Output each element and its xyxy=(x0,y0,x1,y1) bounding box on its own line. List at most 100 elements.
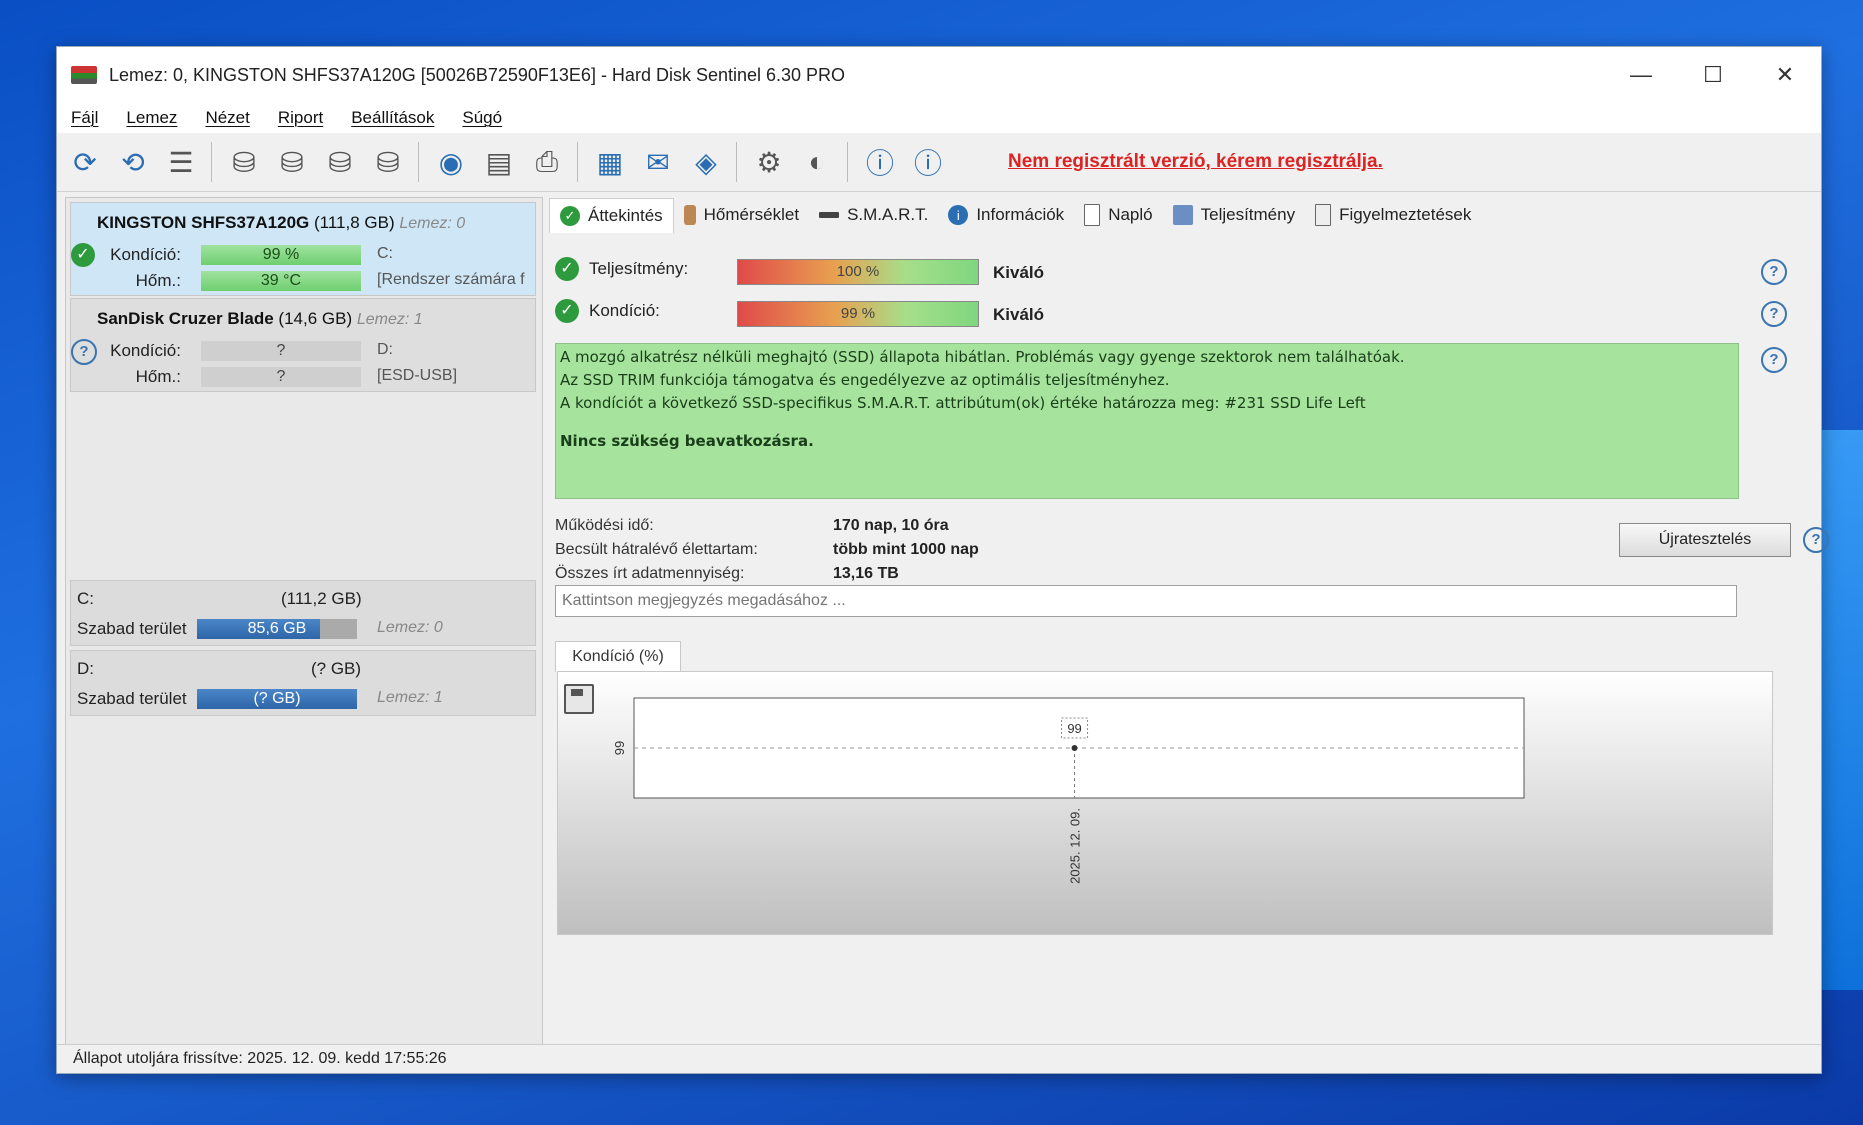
info-icon: i xyxy=(948,205,969,225)
free-space-value: 85,6 GB xyxy=(247,620,307,637)
tab-label: Hőmérséklet xyxy=(703,205,800,224)
menu-view[interactable]: Nézet xyxy=(205,108,249,128)
volume-size: (111,2 GB) xyxy=(281,589,362,608)
help-icon[interactable]: ⓘ xyxy=(860,142,900,182)
lifetime-row: Becsült hátralévő élettartam: több mint … xyxy=(555,541,1155,559)
condition-label: Kondíció: xyxy=(110,341,181,360)
disk-name: SanDisk Cruzer Blade xyxy=(97,309,274,328)
menu-help[interactable]: Súgó xyxy=(462,108,502,128)
performance-rating: Kiváló xyxy=(993,263,1045,282)
title-bar[interactable]: Lemez: 0, KINGSTON SHFS37A120G [50026B72… xyxy=(57,47,1821,103)
toolbar-separator xyxy=(577,142,578,182)
condition-chart: 99 99 2025. 12. 09. xyxy=(557,671,1773,935)
toolbar-separator xyxy=(847,142,848,182)
email-icon[interactable]: ✉ xyxy=(638,142,678,182)
tab-label: Információk xyxy=(976,205,1065,224)
web-report-icon[interactable]: ◈ xyxy=(686,142,726,182)
tab-label: Teljesítmény xyxy=(1200,205,1296,224)
condition-label: Kondíció: xyxy=(110,245,181,264)
close-button[interactable]: ✕ xyxy=(1749,47,1821,103)
tab-smart[interactable]: S.M.A.R.T. xyxy=(809,198,938,232)
alerts-icon xyxy=(1315,204,1332,226)
condition-bar: 99 % xyxy=(201,245,361,265)
retest-button[interactable]: Újratesztelés xyxy=(1619,523,1791,557)
tab-performance[interactable]: Teljesítmény xyxy=(1163,198,1305,232)
condition-row: ✓ Kondíció: 99 % Kiváló ? xyxy=(549,299,1811,329)
help-icon[interactable]: ? xyxy=(1761,347,1787,373)
network-icon[interactable]: ◉ xyxy=(431,142,471,182)
disk-schedule-icon[interactable]: ⛁ xyxy=(272,142,312,182)
temperature-bar: ? xyxy=(201,367,361,387)
volume-letter: D: xyxy=(77,659,94,678)
tab-overview[interactable]: ✓ Áttekintés xyxy=(549,197,674,233)
print-icon[interactable]: ⎙ xyxy=(527,142,567,182)
help-icon[interactable]: ? xyxy=(1761,301,1787,327)
disk-search-icon[interactable]: ⛁ xyxy=(368,142,408,182)
disk-card-kingston[interactable]: KINGSTON SHFS37A120G (111,8 GB) Lemez: 0… xyxy=(70,202,536,296)
tab-information[interactable]: i Információk xyxy=(938,198,1074,232)
chart-tab-condition[interactable]: Kondíció (%) xyxy=(555,641,681,672)
volume-c[interactable]: C: (111,2 GB) Szabad terület 85,6 GB Lem… xyxy=(70,580,536,646)
refresh-icon[interactable]: ⟳ xyxy=(65,142,105,182)
uptime-row: Működési idő: 170 nap, 10 óra xyxy=(555,517,1155,535)
performance-chart-icon xyxy=(1172,205,1193,225)
menu-report[interactable]: Riport xyxy=(278,108,323,128)
help-icon[interactable]: ? xyxy=(1803,527,1829,553)
app-window: Lemez: 0, KINGSTON SHFS37A120G [50026B72… xyxy=(56,46,1829,1074)
menu-settings[interactable]: Beállítások xyxy=(351,108,434,128)
unregistered-link[interactable]: Nem regisztrált verzió, kérem regisztrál… xyxy=(1008,151,1383,173)
data-label: 99 xyxy=(1067,721,1081,736)
performance-bar: 100 % xyxy=(737,259,979,285)
help-icon[interactable]: ? xyxy=(1761,259,1787,285)
sound-icon[interactable]: ◐ xyxy=(797,142,837,182)
status-message-box: A mozgó alkatrész nélküli meghajtó (SSD)… xyxy=(555,343,1739,499)
tab-alerts[interactable]: Figyelmeztetések xyxy=(1305,198,1481,232)
window-controls: — ☐ ✕ xyxy=(1605,47,1821,103)
info-icon[interactable]: ⓘ xyxy=(908,142,948,182)
left-panel: KINGSTON SHFS37A120G (111,8 GB) Lemez: 0… xyxy=(65,197,543,1045)
plot-area xyxy=(633,697,1525,799)
note-input[interactable] xyxy=(555,585,1737,617)
y-tick-label: 99 xyxy=(612,741,627,755)
app-logo-icon xyxy=(71,66,97,84)
overview-panel: ✓ Teljesítmény: 100 % Kiváló ? ✓ Kondíci… xyxy=(549,233,1829,1045)
disk-index: Lemez: 1 xyxy=(356,311,423,328)
condition-rating: Kiváló xyxy=(993,305,1045,324)
toolbar-separator xyxy=(211,142,212,182)
toolbar: ⟳ ⟲ ☰ ⛁ ⛁ ⛁ ⛁ ◉ ▤ ⎙ ▦ ✉ ◈ ⚙ ◐ ⓘ ⓘ Nem re… xyxy=(57,133,1821,192)
disk-info-icon[interactable]: ⛁ xyxy=(224,142,264,182)
menu-file[interactable]: Fájl xyxy=(71,108,98,128)
check-icon: ✓ xyxy=(555,299,579,323)
check-icon: ✓ xyxy=(560,205,580,226)
temperature-label: Hőm.: xyxy=(135,271,181,290)
condition-bar: ? xyxy=(201,341,361,361)
toolbar-separator xyxy=(418,142,419,182)
smart-icon xyxy=(819,212,840,218)
disk-check-icon[interactable]: ⛁ xyxy=(320,142,360,182)
data-point xyxy=(1071,745,1078,751)
menu-disk[interactable]: Lemez xyxy=(126,108,177,128)
refresh-all-icon[interactable]: ⟲ xyxy=(113,142,153,182)
tab-log[interactable]: Napló xyxy=(1074,198,1162,232)
disk-card-sandisk[interactable]: SanDisk Cruzer Blade (14,6 GB) Lemez: 1 … xyxy=(70,298,536,392)
report-icon[interactable]: ▦ xyxy=(590,142,630,182)
maximize-button[interactable]: ☐ xyxy=(1677,47,1749,103)
document-icon xyxy=(1084,204,1101,226)
tab-label: Figyelmeztetések xyxy=(1339,205,1472,224)
check-icon: ✓ xyxy=(555,257,579,281)
volume-d[interactable]: D: (? GB) Szabad terület (? GB) Lemez: 1 xyxy=(70,650,536,716)
thermometer-icon xyxy=(683,205,696,225)
action-message: Nincs szükség beavatkozásra. xyxy=(560,432,814,450)
list-icon[interactable]: ☰ xyxy=(161,142,201,182)
minimize-button[interactable]: — xyxy=(1605,47,1677,103)
message-line: A kondíciót a következő SSD-specifikus S… xyxy=(560,394,1366,412)
backup-icon[interactable]: ▤ xyxy=(479,142,519,182)
window-title: Lemez: 0, KINGSTON SHFS37A120G [50026B72… xyxy=(109,64,846,85)
uptime-label: Működési idő: xyxy=(555,517,654,534)
temperature-label: Hőm.: xyxy=(135,367,181,386)
performance-row: ✓ Teljesítmény: 100 % Kiváló ? xyxy=(549,257,1811,287)
tab-temperature[interactable]: Hőmérséklet xyxy=(674,198,809,232)
gear-icon[interactable]: ⚙ xyxy=(749,142,789,182)
tab-label: S.M.A.R.T. xyxy=(847,205,929,224)
free-space-label: Szabad terület xyxy=(77,689,187,708)
